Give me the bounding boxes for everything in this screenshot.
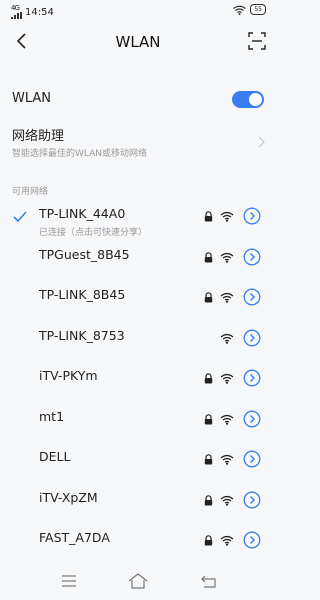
network-name: iTV-PKYm — [39, 368, 98, 383]
network-name: mt1 — [39, 408, 65, 424]
lock-icon — [204, 211, 213, 222]
battery-icon: 55 — [250, 4, 266, 15]
network-name: TP-LINK_44A0 — [39, 206, 126, 221]
menu-icon[interactable] — [61, 574, 77, 588]
status-bar: 4G 14:54 55 — [0, 0, 276, 22]
wifi-signal-icon — [220, 211, 234, 222]
wifi-signal-icon — [220, 333, 234, 344]
lock-icon — [204, 494, 213, 505]
wifi-signal-icon — [220, 535, 234, 546]
assistant-subtitle: 智能选择最佳的WLAN或移动网络 — [12, 149, 148, 159]
wifi-signal-icon — [220, 252, 234, 263]
network-status: 已连接（点击可快速分享） — [39, 228, 148, 238]
network-item[interactable]: iTV-XpZM — [0, 484, 276, 525]
network-details-icon[interactable] — [243, 491, 261, 509]
wlan-label: WLAN — [12, 91, 52, 106]
network-name: DELL — [39, 449, 71, 464]
network-details-icon[interactable] — [243, 248, 261, 266]
check-icon — [13, 211, 27, 223]
network-item[interactable]: FAST_A7DA — [0, 524, 276, 565]
network-details-icon[interactable] — [243, 531, 261, 549]
app-bar: WLAN — [0, 22, 276, 62]
page-title: WLAN — [115, 33, 161, 51]
lock-icon — [204, 454, 213, 465]
home-icon[interactable] — [128, 573, 148, 589]
assistant-title: 网络助理 — [12, 129, 65, 144]
status-left: 4G 14:54 — [11, 5, 54, 19]
network-details-icon[interactable] — [243, 288, 261, 306]
navigation-bar — [0, 566, 276, 600]
nav-back-icon[interactable] — [201, 574, 217, 588]
network-list: TP-LINK_44A0 已连接（点击可快速分享） TPGuest_8B45 TP-L… — [0, 200, 276, 565]
network-type: 4G — [11, 4, 20, 12]
wlan-toggle-row[interactable]: WLAN — [0, 88, 276, 112]
status-right: 55 — [233, 4, 266, 15]
network-details-icon[interactable] — [243, 207, 261, 225]
wifi-signal-icon — [220, 414, 234, 425]
network-item[interactable]: TP-LINK_44A0 已连接（点击可快速分享） — [0, 200, 276, 241]
status-time: 14:54 — [25, 6, 54, 18]
available-networks-label: 可用网络 — [12, 187, 49, 197]
lock-icon — [204, 292, 213, 303]
lock-icon — [204, 373, 213, 384]
lock-icon — [204, 251, 213, 262]
toggle-knob — [249, 93, 262, 106]
network-item[interactable]: mt1 — [0, 403, 276, 444]
wifi-signal-icon — [220, 495, 234, 506]
wlan-toggle[interactable] — [232, 91, 264, 108]
signal-icon: 4G — [11, 5, 23, 19]
lock-icon — [204, 535, 213, 546]
network-name: iTV-XpZM — [39, 489, 98, 505]
network-item[interactable]: TP-LINK_8B45 — [0, 281, 276, 322]
scan-icon[interactable] — [248, 32, 266, 50]
network-details-icon[interactable] — [243, 450, 261, 468]
lock-icon — [204, 413, 213, 424]
network-name: FAST_A7DA — [39, 530, 110, 545]
network-name: TP-LINK_8B45 — [39, 287, 126, 302]
wifi-signal-icon — [220, 292, 234, 303]
network-assistant-row[interactable]: 网络助理 智能选择最佳的WLAN或移动网络 — [0, 124, 276, 164]
network-item[interactable]: iTV-PKYm — [0, 362, 276, 403]
network-details-icon[interactable] — [243, 410, 261, 428]
network-item[interactable]: TP-LINK_8753 — [0, 322, 276, 363]
network-details-icon[interactable] — [243, 369, 261, 387]
wifi-status-icon — [233, 5, 247, 15]
chevron-right-icon — [258, 136, 265, 148]
network-name: TP-LINK_8753 — [39, 327, 125, 343]
wifi-signal-icon — [220, 373, 234, 384]
network-name: TPGuest_8B45 — [39, 246, 130, 262]
network-details-icon[interactable] — [243, 329, 261, 347]
network-item[interactable]: TPGuest_8B45 — [0, 241, 276, 282]
network-item[interactable]: DELL — [0, 443, 276, 484]
wifi-signal-icon — [220, 454, 234, 465]
